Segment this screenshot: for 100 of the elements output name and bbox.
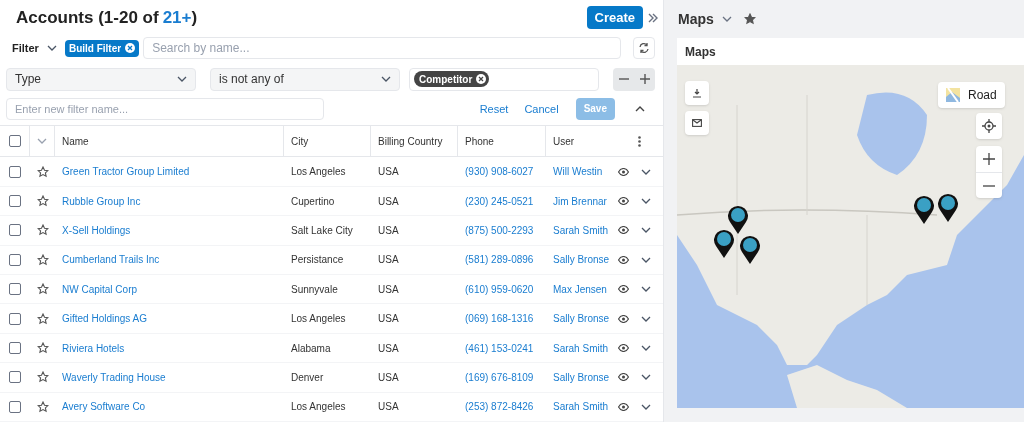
column-header[interactable]: City [291,133,309,149]
eye-icon[interactable] [618,373,629,382]
account-link[interactable]: Green Tractor Group Limited [62,166,190,178]
star-icon[interactable] [36,165,49,178]
value-field[interactable]: Competitor [409,67,599,91]
user-link[interactable]: Sarah Smith [553,342,609,354]
country-cell: USA [378,166,399,178]
filter-dropdown[interactable]: Filter [12,40,57,57]
user-link[interactable]: Sally Bronse [553,254,610,266]
select-all-checkbox[interactable] [8,135,21,148]
star-icon[interactable] [36,224,49,237]
eye-icon[interactable] [618,402,629,411]
column-header[interactable]: Billing Country [378,133,443,149]
remove-icon[interactable] [125,43,136,54]
remove-icon[interactable] [476,74,487,85]
email-button[interactable] [685,111,709,135]
row-checkbox[interactable] [9,224,21,237]
account-link[interactable]: Rubble Group Inc [62,195,141,207]
filter-chip[interactable]: Build Filter [64,39,140,57]
row-checkbox[interactable] [9,253,21,266]
star-icon[interactable] [36,283,49,296]
eye-icon[interactable] [618,197,629,206]
account-link[interactable]: Riviera Hotels [62,342,125,354]
search-field[interactable]: Search by name... [143,37,621,60]
user-link[interactable]: Max Jensen [553,283,607,295]
country-cell: USA [378,254,399,266]
star-icon[interactable] [36,312,49,325]
more-icon[interactable] [638,135,641,147]
expand-icon [641,227,651,234]
eye-icon[interactable] [618,226,629,235]
account-link[interactable]: Avery Software Co [62,401,146,413]
eye-icon[interactable] [618,255,629,264]
user-link[interactable]: Sarah Smith [553,224,609,236]
phone-link[interactable]: (581) 289-0896 [465,254,534,266]
user-link[interactable]: Will Westin [553,166,603,178]
account-link[interactable]: NW Capital Corp [62,283,138,295]
filter-name-field[interactable]: Enter new filter name... [6,97,324,120]
column-header[interactable]: Name [62,133,89,149]
expand-icon [641,315,651,322]
eye-icon[interactable] [618,167,629,176]
city-cell: Alabama [291,342,331,354]
eye-icon[interactable] [618,285,629,294]
phone-link[interactable]: (253) 872-8426 [465,401,534,413]
city-cell: Persistance [291,254,344,266]
user-link[interactable]: Sally Bronse [553,313,610,325]
phone-link[interactable]: (169) 676-8109 [465,371,534,383]
map-pin-icon[interactable] [713,229,735,259]
phone-link[interactable]: (230) 245-0521 [465,195,534,207]
star-icon[interactable] [36,371,49,384]
eye-icon[interactable] [618,344,629,352]
country-cell: USA [378,224,399,236]
star-icon[interactable] [36,400,49,413]
phone-link[interactable]: (461) 153-0241 [465,342,534,354]
map-pin-icon[interactable] [727,205,749,235]
row-checkbox[interactable] [9,371,21,384]
expand-icon [641,256,651,263]
map-style-button[interactable]: Road [938,82,1005,108]
row-checkbox[interactable] [9,283,21,296]
star-icon[interactable] [36,195,49,208]
card-title: Maps [685,43,716,61]
collapse-icon[interactable] [635,105,645,112]
account-link[interactable]: Gifted Holdings AG [62,313,148,325]
chevron-icon [37,138,47,145]
download-button[interactable] [685,81,709,105]
account-link[interactable]: Cumberland Trails Inc [62,254,160,266]
column-header[interactable]: Phone [465,133,494,149]
cancel-link[interactable]: Cancel [524,100,559,118]
map-pin-icon[interactable] [739,235,761,265]
reset-link[interactable]: Reset [479,100,509,118]
row-checkbox[interactable] [9,400,21,413]
account-link[interactable]: X-Sell Holdings [62,224,131,236]
chevron-icon [46,45,57,52]
create-button[interactable]: Create [586,6,643,30]
account-link[interactable]: Waverly Trading House [62,371,166,383]
refresh-button[interactable] [633,37,655,60]
column-header[interactable]: User [553,133,575,149]
map-pin-icon[interactable] [913,195,935,225]
phone-link[interactable]: (930) 908-6027 [465,166,534,178]
row-checkbox[interactable] [9,342,21,354]
city-cell: Cupertino [291,195,335,207]
user-link[interactable]: Sarah Smith [553,401,609,413]
country-cell: USA [378,283,399,295]
count-link[interactable]: 21+ [162,5,192,31]
phone-link[interactable]: (875) 500-2293 [465,224,534,236]
user-link[interactable]: Sally Bronse [553,371,610,383]
star-icon[interactable] [36,253,49,266]
row-checkbox[interactable] [9,312,21,325]
row-checkbox[interactable] [9,195,21,208]
operator-dropdown[interactable]: is not any of [210,67,401,91]
star-icon[interactable] [36,342,49,354]
phone-link[interactable]: (610) 959-0620 [465,283,534,295]
collapse-icon[interactable] [647,11,659,24]
user-link[interactable]: Jim Brennar [553,195,607,207]
phone-link[interactable]: (069) 168-1316 [465,313,534,325]
eye-icon[interactable] [618,314,629,323]
star-icon[interactable] [743,13,756,25]
locate-button[interactable] [976,113,1002,139]
field-dropdown[interactable]: Type [6,67,196,91]
map-pin-icon[interactable] [937,193,959,223]
row-checkbox[interactable] [9,165,21,178]
